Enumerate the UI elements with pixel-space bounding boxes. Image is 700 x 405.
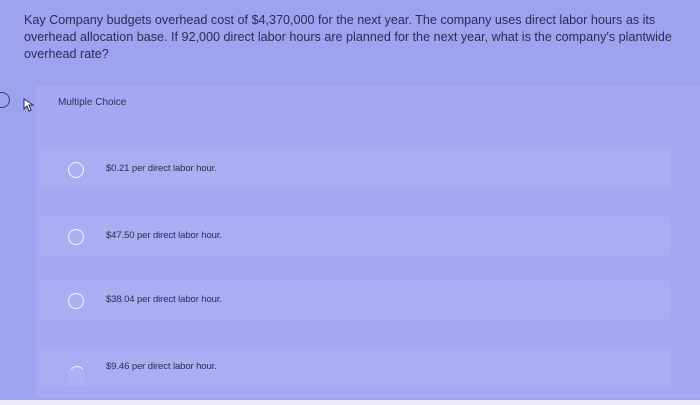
radio-button[interactable] (68, 293, 84, 309)
answer-option-label: $47.50 per direct labor hour. (106, 230, 222, 241)
question-text: Kay Company budgets overhead cost of $4,… (24, 13, 672, 61)
answer-option-b[interactable]: $47.50 per direct labor hour. (40, 217, 670, 255)
answer-option-label: $9.46 per direct labor hour. (106, 361, 217, 372)
radio-button[interactable] (68, 229, 84, 245)
screen-bottom-edge (0, 400, 700, 405)
question-flag-icon[interactable] (0, 92, 10, 108)
answer-option-label: $38.04 per direct labor hour. (106, 294, 222, 305)
question-type-label: Multiple Choice (58, 97, 127, 108)
answer-option-d[interactable]: $9.46 per direct labor hour. (40, 348, 670, 388)
answer-option-label: $0.21 per direct labor hour. (106, 163, 217, 174)
answer-option-c[interactable]: $38.04 per direct labor hour. (40, 281, 670, 319)
radio-button[interactable] (68, 162, 84, 178)
radio-button[interactable] (68, 366, 86, 388)
mouse-cursor-icon (23, 98, 35, 112)
answer-option-a[interactable]: $0.21 per direct labor hour. (40, 150, 670, 188)
